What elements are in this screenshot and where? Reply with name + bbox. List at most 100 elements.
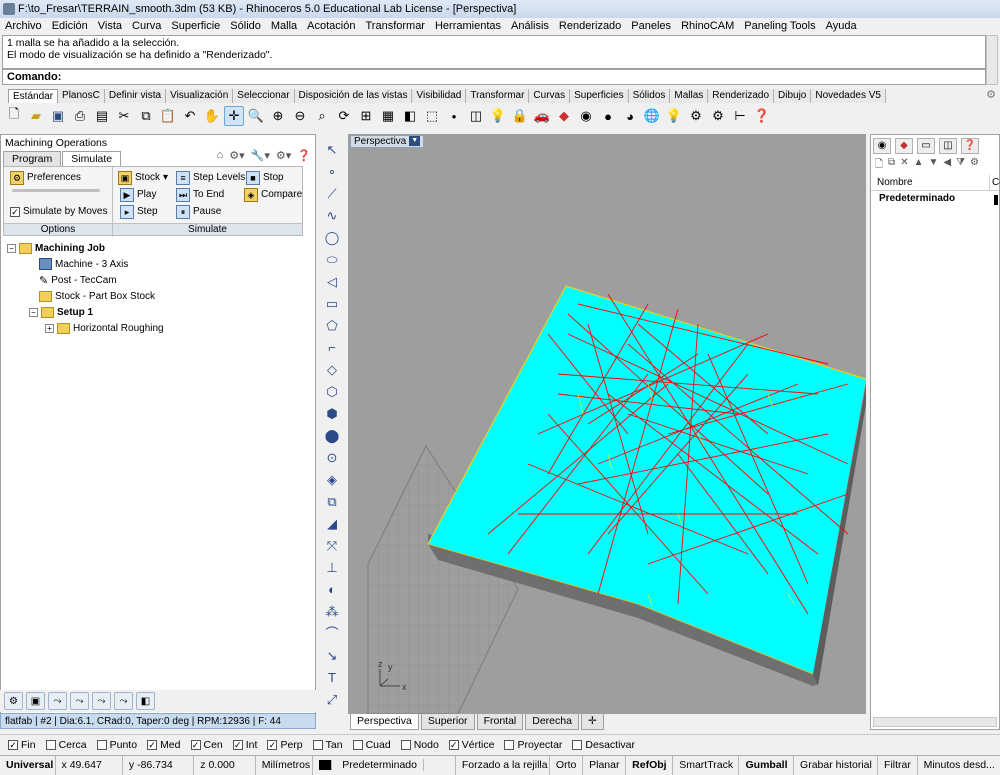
- toolpath-icon[interactable]: ⤳: [114, 692, 133, 710]
- options-icon[interactable]: ⚙: [686, 106, 706, 126]
- gear-icon[interactable]: ⚙: [986, 89, 996, 102]
- tab-program[interactable]: Program: [3, 151, 62, 166]
- tree-item-setup[interactable]: − Setup 1: [29, 305, 93, 319]
- tab-superficies[interactable]: Superficies: [570, 89, 629, 103]
- osnap-fin[interactable]: ✓ Fin: [8, 739, 36, 751]
- light-icon[interactable]: ◢: [321, 514, 343, 534]
- column-color[interactable]: Co: [989, 175, 1000, 191]
- zoom-window-icon[interactable]: ⊕: [268, 106, 288, 126]
- layer-status[interactable]: Predeterminado: [313, 756, 456, 775]
- tree-item-machining-job[interactable]: − Machining Job: [7, 241, 105, 255]
- dimension-icon[interactable]: T: [321, 668, 343, 688]
- help-icon[interactable]: ❓: [297, 149, 311, 162]
- osnap-cerca[interactable]: Cerca: [45, 739, 87, 751]
- osnap-vertice[interactable]: ✓ Vértice: [448, 739, 494, 751]
- move-up-icon[interactable]: ▲: [914, 157, 924, 174]
- menu-vista[interactable]: Vista: [93, 18, 127, 34]
- filter-icon[interactable]: ⧩: [956, 157, 965, 174]
- tab-estandar[interactable]: Estándar: [8, 89, 59, 103]
- tab-transformar[interactable]: Transformar: [466, 89, 530, 103]
- sphere-icon[interactable]: ●: [598, 106, 618, 126]
- refobj-toggle[interactable]: RefObj: [626, 756, 674, 775]
- move-left-icon[interactable]: ◀: [943, 157, 951, 174]
- menu-edicion[interactable]: Edición: [47, 18, 93, 34]
- menu-transformar[interactable]: Transformar: [360, 18, 430, 34]
- checkbox[interactable]: ✓: [147, 739, 158, 750]
- osnap-proyectar[interactable]: Proyectar: [504, 739, 562, 751]
- checkbox[interactable]: [312, 739, 323, 750]
- cut-icon[interactable]: ✂: [114, 106, 134, 126]
- rectangle-icon[interactable]: ▭: [321, 294, 343, 314]
- cplane-status[interactable]: Universal: [0, 756, 56, 775]
- move-view-icon[interactable]: ✛: [224, 106, 244, 126]
- toolpath-icon[interactable]: ⤳: [70, 692, 89, 710]
- array-icon[interactable]: ⁂: [321, 602, 343, 622]
- zoom-extents-icon[interactable]: ⊖: [290, 106, 310, 126]
- settings-dropdown-icon[interactable]: ⚙▾: [229, 149, 244, 162]
- align-icon[interactable]: ⊥: [321, 558, 343, 578]
- compare-button[interactable]: ◈ Compare: [244, 187, 302, 202]
- save-icon[interactable]: ▣: [48, 106, 68, 126]
- osnap-desactivar[interactable]: Desactivar: [572, 739, 635, 751]
- copy-layer-icon[interactable]: ⧉: [888, 157, 895, 174]
- grid-snap-toggle[interactable]: Forzado a la rejilla: [456, 756, 550, 775]
- split-icon[interactable]: ↘: [321, 646, 343, 666]
- checkbox[interactable]: ✓: [232, 739, 243, 750]
- horizontal-scrollbar[interactable]: [873, 717, 997, 727]
- osnap-cuad[interactable]: Cuad: [352, 739, 391, 751]
- osnap-perp[interactable]: ✓ Perp: [267, 739, 303, 751]
- filter-toggle[interactable]: Filtrar: [878, 756, 918, 775]
- stock-dropdown-button[interactable]: ▣ Stock ▾: [118, 170, 168, 185]
- menu-archivo[interactable]: Archivo: [0, 18, 47, 34]
- point-icon[interactable]: •: [444, 106, 464, 126]
- menu-curva[interactable]: Curva: [127, 18, 166, 34]
- checkbox[interactable]: [96, 739, 107, 750]
- menu-solido[interactable]: Sólido: [225, 18, 266, 34]
- open-folder-icon[interactable]: ▰: [26, 106, 46, 126]
- tools-icon[interactable]: ⚙: [970, 157, 979, 174]
- surface-icon[interactable]: ◇: [321, 360, 343, 380]
- menu-ayuda[interactable]: Ayuda: [821, 18, 862, 34]
- expand-icon[interactable]: +: [45, 323, 54, 333]
- checkbox[interactable]: [504, 739, 515, 750]
- pan-hand-icon[interactable]: ✋: [202, 106, 222, 126]
- simulate-by-moves-checkbox[interactable]: ✓ Simulate by Moves: [10, 204, 107, 219]
- color-wheel-tab-icon[interactable]: ◉: [873, 138, 891, 154]
- gear-settings-icon[interactable]: ⚙: [708, 106, 728, 126]
- new-layer-icon[interactable]: 🗋: [875, 157, 883, 174]
- stock-tool-icon[interactable]: ▣: [26, 692, 45, 710]
- help-icon[interactable]: ❓: [752, 106, 772, 126]
- tree-item-machine[interactable]: Machine - 3 Axis: [39, 257, 128, 271]
- lock-icon[interactable]: 🔒: [510, 106, 530, 126]
- globe-icon[interactable]: 🌐: [642, 106, 662, 126]
- tab-novedades[interactable]: Novedades V5: [811, 89, 886, 103]
- osnap-int[interactable]: ✓ Int: [232, 739, 257, 751]
- fillet-icon[interactable]: ⌐: [321, 338, 343, 358]
- display-tab-icon[interactable]: ▭: [917, 138, 935, 154]
- toolpath-icon[interactable]: ⤳: [92, 692, 111, 710]
- analyze-icon[interactable]: ⤢: [321, 690, 343, 710]
- checkbox[interactable]: ✓: [190, 739, 201, 750]
- mirror-icon[interactable]: ◐: [321, 580, 343, 600]
- cylinder-icon[interactable]: ⊙: [321, 448, 343, 468]
- gear-dropdown-icon[interactable]: ⚙▾: [276, 149, 291, 162]
- render-sphere-icon[interactable]: ◕: [620, 106, 640, 126]
- checkbox[interactable]: [400, 739, 411, 750]
- tab-simulate[interactable]: Simulate: [62, 151, 122, 166]
- tab-dibujo[interactable]: Dibujo: [774, 89, 812, 103]
- layer-row[interactable]: Predeterminado: [879, 193, 998, 205]
- polyline-icon[interactable]: ⟋: [321, 184, 343, 204]
- collapse-icon[interactable]: −: [7, 243, 16, 253]
- checkbox[interactable]: ✓: [448, 739, 459, 750]
- perspective-viewport[interactable]: x z y Perspectiva ▼: [348, 134, 866, 714]
- zoom-selected-icon[interactable]: ⌕: [312, 106, 332, 126]
- osnap-nodo[interactable]: Nodo: [400, 739, 439, 751]
- gumball-toggle[interactable]: Gumball: [739, 756, 795, 775]
- tab-solidos[interactable]: Sólidos: [628, 89, 671, 103]
- osnap-cen[interactable]: ✓ Cen: [190, 739, 223, 751]
- tab-derecha[interactable]: Derecha: [525, 714, 579, 730]
- menu-herramientas[interactable]: Herramientas: [430, 18, 506, 34]
- to-end-button[interactable]: ⏭ To End: [176, 187, 224, 202]
- layer-icon[interactable]: ◫: [466, 106, 486, 126]
- tree-item-stock[interactable]: Stock - Part Box Stock: [39, 289, 155, 303]
